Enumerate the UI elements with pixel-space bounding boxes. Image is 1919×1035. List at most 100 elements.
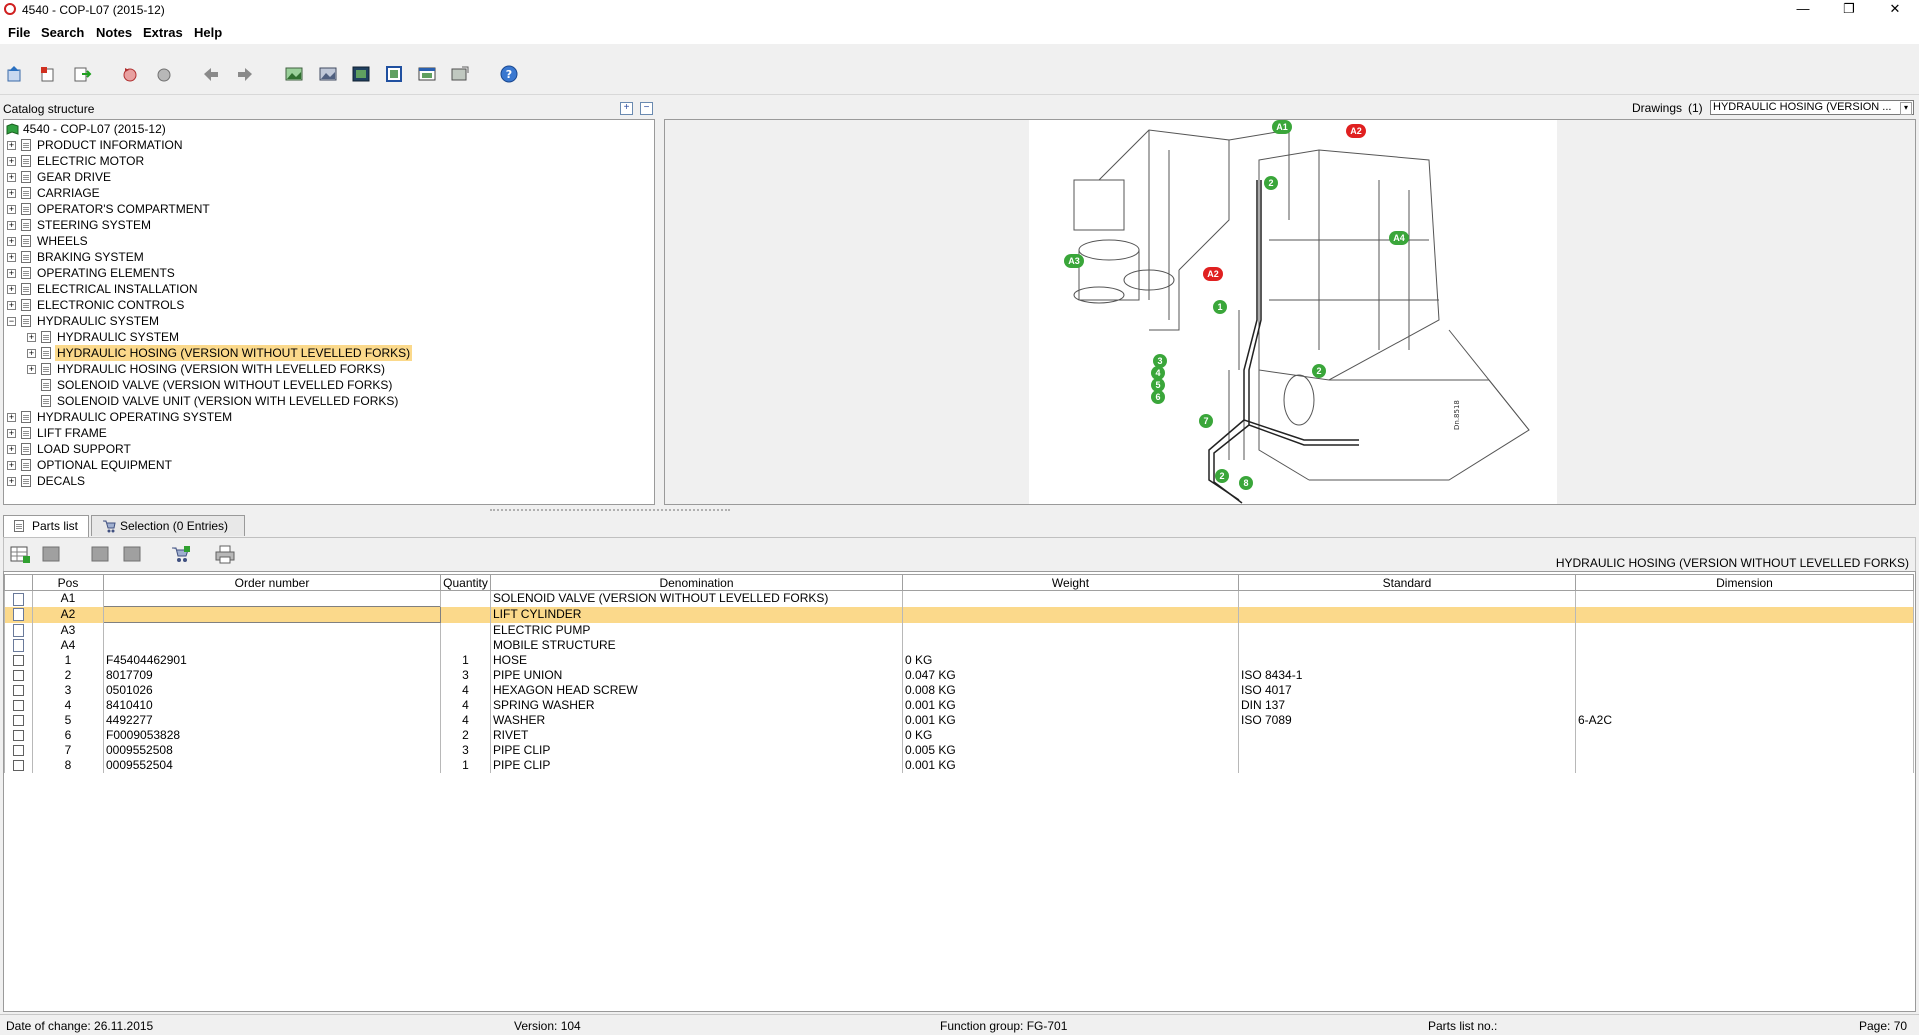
row-icon-cell[interactable] xyxy=(4,668,33,683)
table-row[interactable]: 5 4492277 4 WASHER 0.001 KG ISO 7089 6-A2C xyxy=(4,713,1914,728)
expander-icon[interactable]: + xyxy=(7,285,16,294)
window-icon[interactable] xyxy=(417,64,437,84)
row-checkbox[interactable] xyxy=(13,670,24,682)
callout-a4[interactable]: A4 xyxy=(1389,231,1409,245)
table-row[interactable]: 8 0009552504 1 PIPE CLIP 0.001 KG xyxy=(4,758,1914,773)
close-button[interactable]: ✕ xyxy=(1872,0,1918,20)
callout-a2-top[interactable]: A2 xyxy=(1346,124,1366,138)
callout-2-bottom[interactable]: 2 xyxy=(1215,469,1229,483)
row-icon-cell[interactable] xyxy=(4,606,33,623)
catalog-tree[interactable]: 4540 - COP-L07 (2015-12) + PRODUCT INFORM… xyxy=(3,119,655,505)
history-icon[interactable] xyxy=(154,64,174,84)
tab-parts-list[interactable]: Parts list xyxy=(3,515,89,537)
expand-all-button[interactable]: + xyxy=(620,102,633,115)
bookmark-icon[interactable] xyxy=(38,64,58,84)
row-icon-cell[interactable] xyxy=(4,728,33,743)
grid-copy-icon[interactable] xyxy=(90,544,112,564)
drawing-select[interactable]: HYDRAULIC HOSING (VERSION ... ▾ xyxy=(1710,100,1914,115)
callout-a2-mid[interactable]: A2 xyxy=(1203,267,1223,281)
expander-icon[interactable]: + xyxy=(7,477,16,486)
expander-icon[interactable]: + xyxy=(7,237,16,246)
exploded-drawing[interactable]: Dn.8518 A1 A2 A3 A4 A2 1 2 2 2 3 4 5 6 7… xyxy=(1029,120,1557,504)
refresh-icon[interactable] xyxy=(120,64,140,84)
col-denomination-header[interactable]: Denomination xyxy=(490,574,903,591)
table-row[interactable]: 1 F45404462901 1 HOSE 0 KG xyxy=(4,653,1914,668)
arrow-left-icon[interactable] xyxy=(201,64,221,84)
menu-help[interactable]: Help xyxy=(194,25,222,40)
help-icon[interactable]: ? xyxy=(499,64,519,84)
menu-notes[interactable]: Notes xyxy=(96,25,132,40)
expander-icon[interactable]: + xyxy=(7,413,16,422)
row-checkbox[interactable] xyxy=(13,730,24,742)
expander-icon[interactable]: + xyxy=(27,333,36,342)
expander-icon[interactable]: + xyxy=(27,365,36,374)
callout-a1[interactable]: A1 xyxy=(1272,120,1292,134)
table-row[interactable]: A4 MOBILE STRUCTURE xyxy=(4,638,1914,653)
add-to-cart-icon[interactable] xyxy=(170,544,192,564)
col-dimension-header[interactable]: Dimension xyxy=(1575,574,1914,591)
grid-remove-icon[interactable] xyxy=(41,544,63,564)
print-icon[interactable] xyxy=(214,544,236,564)
callout-6[interactable]: 6 xyxy=(1151,390,1165,404)
expander-icon[interactable]: + xyxy=(7,173,16,182)
table-row[interactable]: A2 LIFT CYLINDER xyxy=(4,606,1914,623)
row-icon-cell[interactable] xyxy=(4,638,33,653)
col-order-header[interactable]: Order number xyxy=(103,574,441,591)
callout-7[interactable]: 7 xyxy=(1199,414,1213,428)
splitter-handle[interactable] xyxy=(490,509,730,514)
expander-icon[interactable]: + xyxy=(7,157,16,166)
col-qty-header[interactable]: Quantity xyxy=(440,574,491,591)
row-icon-cell[interactable] xyxy=(4,622,33,638)
chevron-down-icon[interactable]: ▾ xyxy=(1900,102,1912,115)
row-checkbox[interactable] xyxy=(13,655,24,667)
row-checkbox[interactable] xyxy=(13,700,24,712)
row-checkbox[interactable] xyxy=(13,685,24,697)
fit-image-icon[interactable] xyxy=(351,64,371,84)
expander-icon[interactable]: + xyxy=(7,189,16,198)
callout-1[interactable]: 1 xyxy=(1213,300,1227,314)
expander-icon[interactable]: + xyxy=(7,221,16,230)
zoom-image-icon[interactable] xyxy=(318,64,338,84)
row-icon-cell[interactable] xyxy=(4,683,33,698)
row-checkbox[interactable] xyxy=(13,760,24,772)
expander-icon[interactable]: + xyxy=(7,461,16,470)
callout-a3[interactable]: A3 xyxy=(1064,254,1084,268)
menu-file[interactable]: File xyxy=(8,25,30,40)
table-row[interactable]: A3 ELECTRIC PUMP xyxy=(4,622,1914,638)
callout-2-right[interactable]: 2 xyxy=(1312,364,1326,378)
export-icon[interactable] xyxy=(72,64,92,84)
expander-icon[interactable]: + xyxy=(7,301,16,310)
row-icon-cell[interactable] xyxy=(4,590,33,607)
callout-2-top[interactable]: 2 xyxy=(1264,176,1278,190)
frame-icon[interactable] xyxy=(384,64,404,84)
table-row[interactable]: 7 0009552508 3 PIPE CLIP 0.005 KG xyxy=(4,743,1914,758)
menu-search[interactable]: Search xyxy=(41,25,84,40)
row-icon-cell[interactable] xyxy=(4,758,33,773)
menu-extras[interactable]: Extras xyxy=(143,25,183,40)
row-checkbox[interactable] xyxy=(13,745,24,757)
row-icon-cell[interactable] xyxy=(4,713,33,728)
table-row[interactable]: 2 8017709 3 PIPE UNION 0.047 KG ISO 8434-1 xyxy=(4,668,1914,683)
expander-icon[interactable]: + xyxy=(7,205,16,214)
row-icon-cell[interactable] xyxy=(4,698,33,713)
col-weight-header[interactable]: Weight xyxy=(902,574,1239,591)
arrow-right-icon[interactable] xyxy=(235,64,255,84)
row-checkbox[interactable] xyxy=(13,715,24,727)
expander-icon[interactable]: + xyxy=(27,349,36,358)
expander-icon[interactable]: + xyxy=(7,141,16,150)
tab-selection[interactable]: Selection (0 Entries) xyxy=(91,515,245,536)
print-image-icon[interactable] xyxy=(450,64,470,84)
table-row[interactable]: A1 SOLENOID VALVE (VERSION WITHOUT LEVELL… xyxy=(4,590,1914,607)
expander-icon[interactable]: + xyxy=(7,253,16,262)
row-icon-cell[interactable] xyxy=(4,653,33,668)
grid-add-icon[interactable] xyxy=(9,544,31,564)
col-pos-header[interactable]: Pos xyxy=(32,574,104,591)
expander-icon[interactable]: + xyxy=(7,429,16,438)
minimize-button[interactable]: — xyxy=(1780,0,1826,20)
back-icon[interactable] xyxy=(5,64,25,84)
row-icon-cell[interactable] xyxy=(4,743,33,758)
expander-icon[interactable]: − xyxy=(7,317,16,326)
callout-8[interactable]: 8 xyxy=(1239,476,1253,490)
grid-paste-icon[interactable] xyxy=(122,544,144,564)
table-row[interactable]: 4 8410410 4 SPRING WASHER 0.001 KG DIN 137 xyxy=(4,698,1914,713)
